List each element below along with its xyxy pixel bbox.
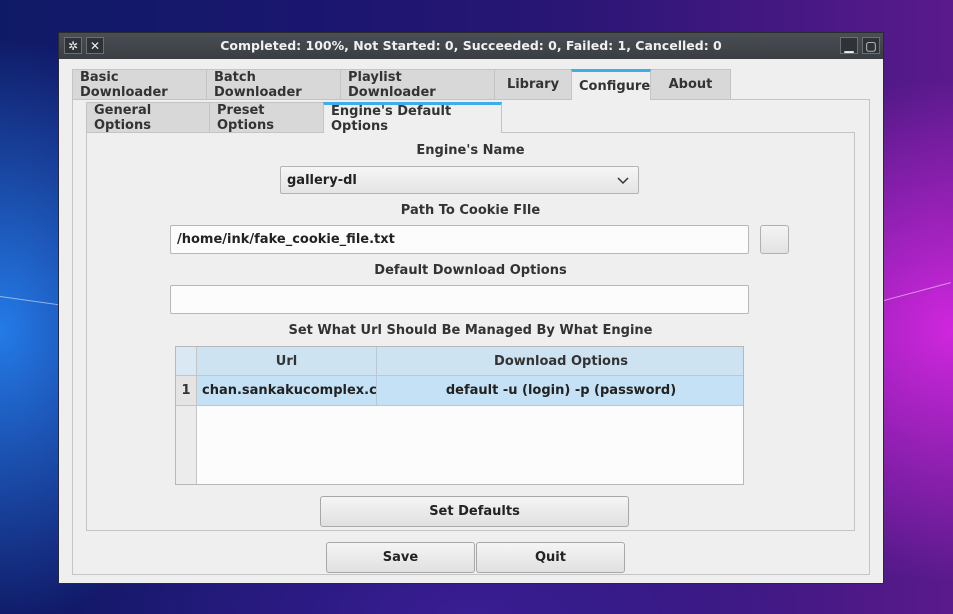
chevron-down-icon xyxy=(617,177,629,185)
url-engine-table[interactable]: Url Download Options 1 chan.sankakucompl… xyxy=(175,346,744,485)
default-download-options-field[interactable] xyxy=(170,285,749,314)
tab-basic-downloader[interactable]: Basic Downloader xyxy=(72,69,207,100)
minimize-icon[interactable]: ▁ xyxy=(840,37,858,54)
row-header[interactable]: 1 xyxy=(176,376,197,406)
column-header-url[interactable]: Url xyxy=(197,347,377,376)
set-defaults-button[interactable]: Set Defaults xyxy=(320,496,629,527)
app-window: ✲ ✕ Completed: 100%, Not Started: 0, Suc… xyxy=(58,32,884,584)
save-button[interactable]: Save xyxy=(326,542,475,573)
quit-button[interactable]: Quit xyxy=(476,542,625,573)
table-corner[interactable] xyxy=(176,347,197,376)
window-title: Completed: 100%, Not Started: 0, Succeed… xyxy=(220,38,722,53)
url-engine-table-label: Set What Url Should Be Managed By What E… xyxy=(288,323,653,338)
title-bar[interactable]: ✲ ✕ Completed: 100%, Not Started: 0, Suc… xyxy=(59,33,883,59)
tab-preset-options[interactable]: Preset Options xyxy=(209,102,324,133)
configure-panel: General Options Preset Options Engine's … xyxy=(72,99,870,575)
engine-select[interactable]: gallery-dl xyxy=(280,166,639,194)
engine-options-panel: Engine's Name gallery-dl Path To Cookie … xyxy=(86,132,855,531)
table-cell-download-options[interactable]: default -u (login) -p (password) xyxy=(377,376,743,406)
column-header-download-options[interactable]: Download Options xyxy=(377,347,743,376)
tab-playlist-downloader[interactable]: Playlist Downloader xyxy=(340,69,495,100)
row-header-empty xyxy=(176,406,197,484)
configure-sub-tab-bar: General Options Preset Options Engine's … xyxy=(86,102,502,134)
main-tab-bar: Basic Downloader Batch Downloader Playli… xyxy=(72,69,731,100)
tab-batch-downloader[interactable]: Batch Downloader xyxy=(206,69,341,100)
cookie-path-field[interactable] xyxy=(170,225,749,254)
engine-name-label: Engine's Name xyxy=(416,143,525,158)
tab-general-options[interactable]: General Options xyxy=(86,102,210,133)
default-download-options-label: Default Download Options xyxy=(374,263,567,278)
wallpaper-streak xyxy=(883,282,951,301)
engine-select-value: gallery-dl xyxy=(287,172,357,188)
browse-cookie-button[interactable] xyxy=(760,225,789,254)
tab-library[interactable]: Library xyxy=(494,69,572,99)
tab-engines-default-options[interactable]: Engine's Default Options xyxy=(323,102,502,134)
maximize-icon[interactable]: ▢ xyxy=(862,37,880,54)
table-cell-url[interactable]: chan.sankakucomplex.c… xyxy=(197,376,377,406)
cookie-path-label: Path To Cookie FIle xyxy=(400,203,541,218)
tab-about[interactable]: About xyxy=(650,69,731,99)
tab-configure[interactable]: Configure xyxy=(571,69,651,100)
